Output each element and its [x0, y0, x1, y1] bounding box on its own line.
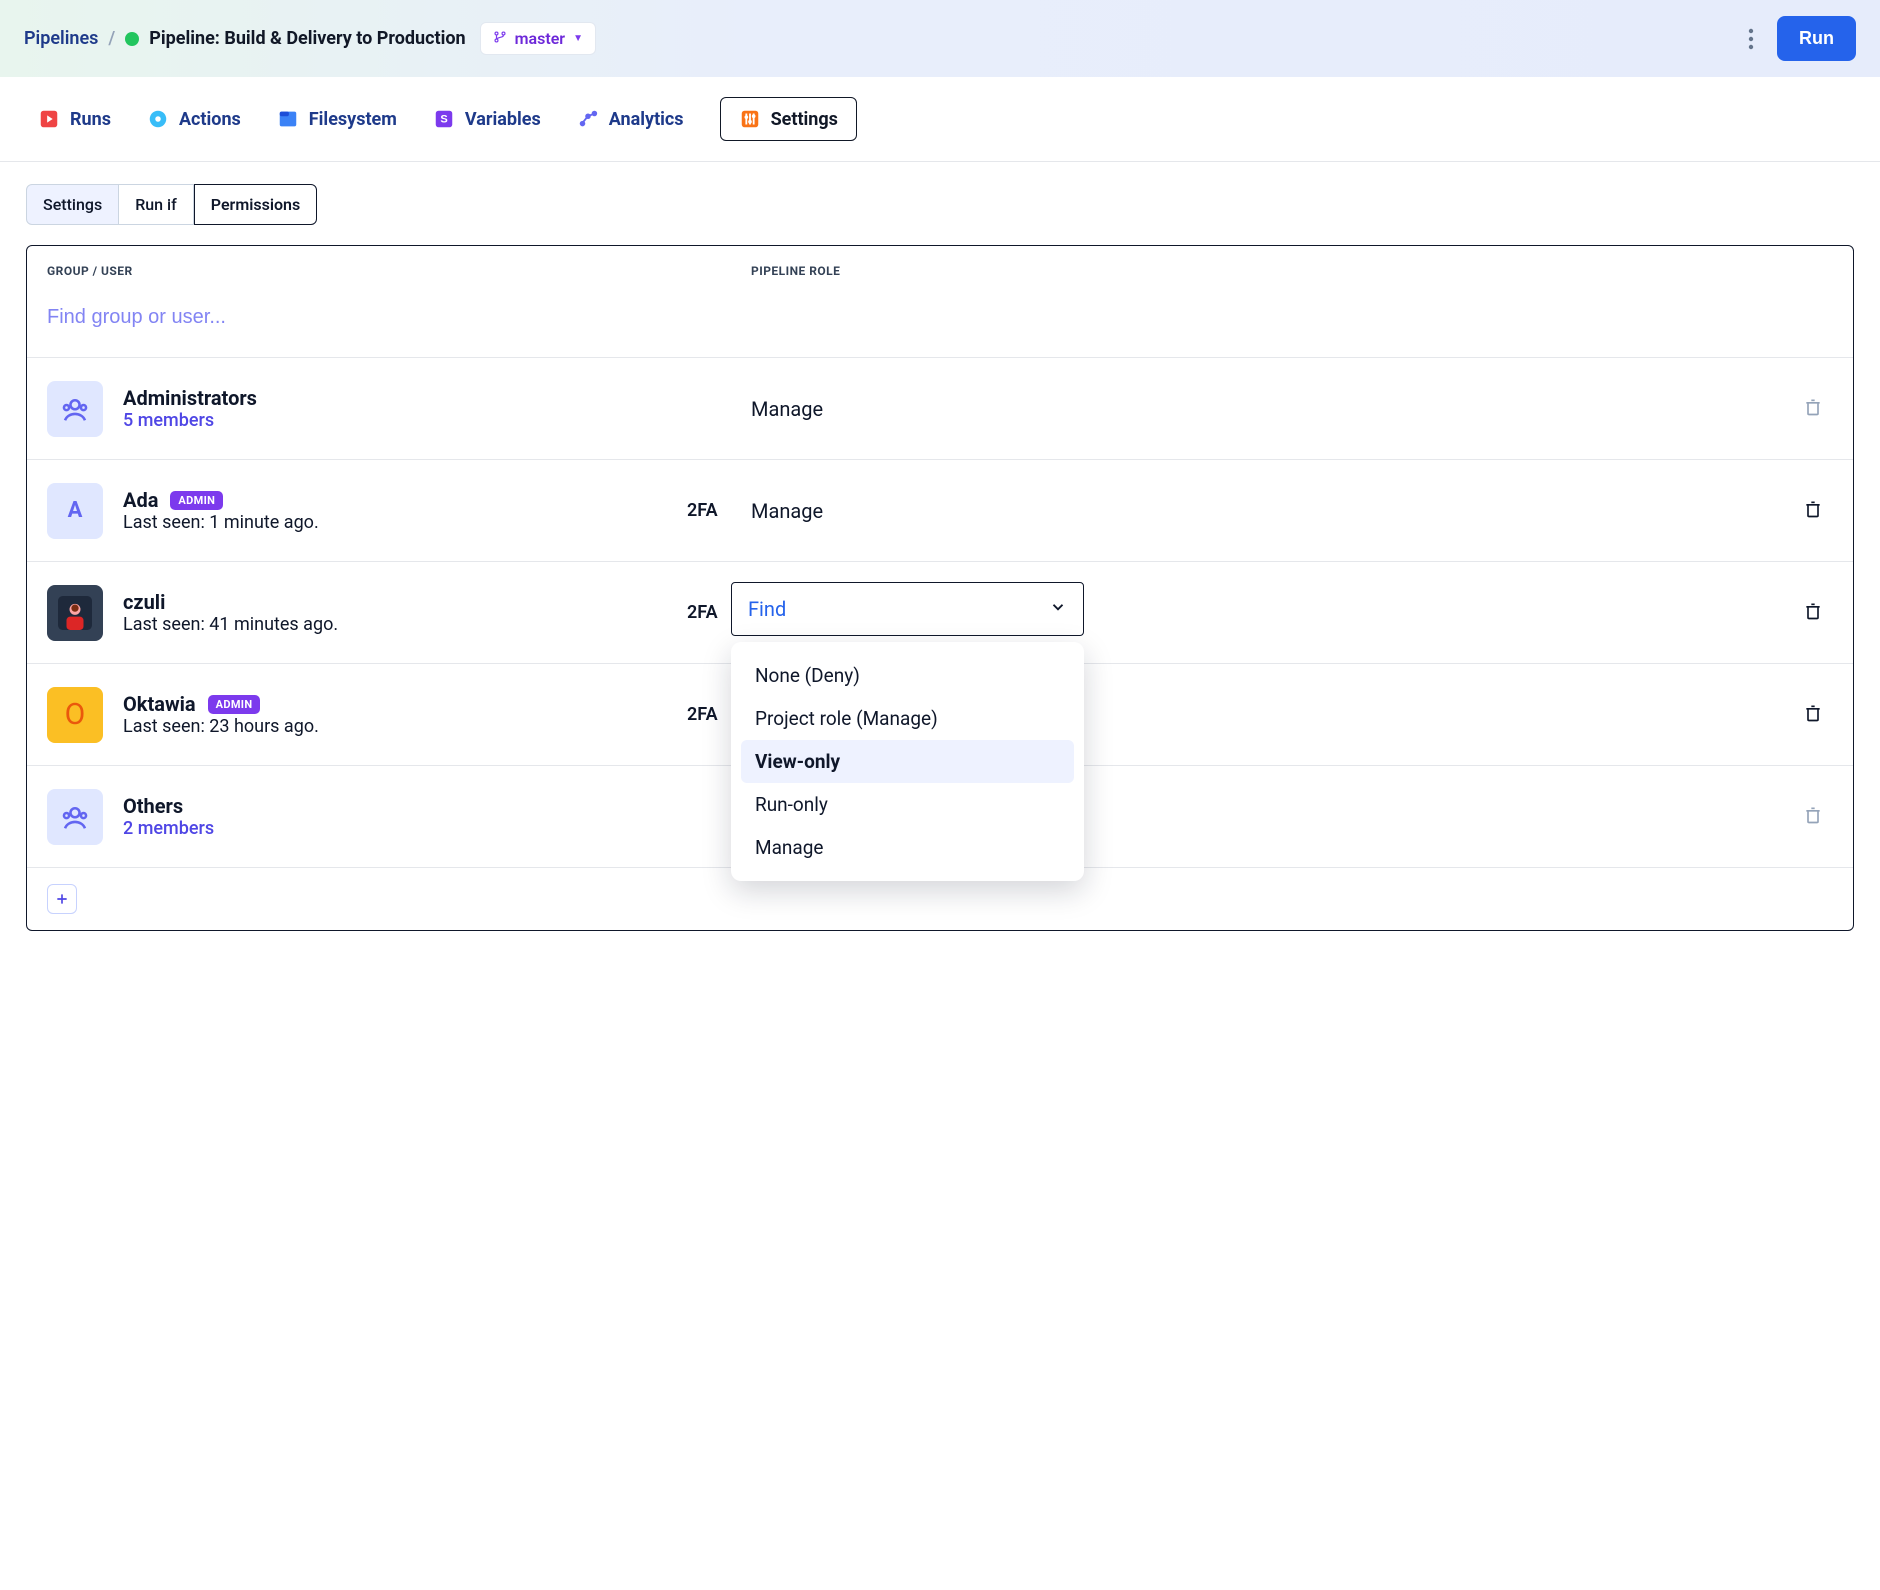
row-subtext: Last seen: 41 minutes ago.: [123, 614, 338, 635]
tab-runs-label: Runs: [70, 109, 111, 130]
search-input[interactable]: [47, 306, 1833, 329]
delete-icon[interactable]: [1803, 804, 1823, 830]
filesystem-icon: [277, 108, 299, 130]
delete-icon[interactable]: [1803, 702, 1823, 728]
subtab-run-if[interactable]: Run if: [119, 184, 194, 225]
role-option[interactable]: Project role (Manage): [741, 697, 1074, 740]
role-option[interactable]: View-only: [741, 740, 1074, 783]
row-subtext[interactable]: 5 members: [123, 410, 257, 431]
column-pipeline-role: PIPELINE ROLE: [747, 264, 1833, 278]
row-subtext[interactable]: 2 members: [123, 818, 214, 839]
admin-badge: ADMIN: [208, 695, 261, 714]
table-row: A Ada ADMIN Last seen: 1 minute ago. 2FA…: [27, 459, 1853, 561]
runs-icon: [38, 108, 60, 130]
row-name: Ada ADMIN: [123, 488, 319, 512]
main-tabs: Runs Actions Filesystem S Variables Anal…: [0, 77, 1880, 162]
variables-icon: S: [433, 108, 455, 130]
tab-actions-label: Actions: [179, 109, 241, 130]
subtab-permissions[interactable]: Permissions: [194, 184, 317, 225]
analytics-icon: [577, 108, 599, 130]
role-dropdown: None (Deny)Project role (Manage)View-onl…: [731, 642, 1084, 881]
row-name: Administrators: [123, 386, 257, 410]
tab-runs[interactable]: Runs: [38, 108, 111, 130]
role-option[interactable]: None (Deny): [741, 654, 1074, 697]
pipeline-title: Pipeline: Build & Delivery to Production: [149, 28, 465, 49]
chevron-down-icon: [1049, 598, 1067, 621]
breadcrumb-root-link[interactable]: Pipelines: [24, 28, 98, 49]
tab-variables[interactable]: S Variables: [433, 108, 541, 130]
avatar: [47, 585, 103, 641]
branch-selector[interactable]: master ▼: [480, 22, 596, 55]
settings-subtabs: Settings Run if Permissions: [0, 162, 1880, 225]
row-name: Oktawia ADMIN: [123, 692, 319, 716]
tab-filesystem[interactable]: Filesystem: [277, 108, 397, 130]
row-name: Others: [123, 794, 214, 818]
role-select[interactable]: Find: [731, 582, 1084, 636]
svg-text:S: S: [440, 114, 447, 126]
admin-badge: ADMIN: [170, 491, 223, 510]
role-option[interactable]: Manage: [741, 826, 1074, 869]
actions-icon: [147, 108, 169, 130]
tab-filesystem-label: Filesystem: [309, 109, 397, 130]
row-subtext: Last seen: 23 hours ago.: [123, 716, 319, 737]
status-dot-icon: [125, 32, 139, 46]
avatar: [47, 381, 103, 437]
delete-icon[interactable]: [1803, 396, 1823, 422]
delete-icon[interactable]: [1803, 498, 1823, 524]
tab-settings[interactable]: Settings: [720, 97, 857, 141]
table-row: Administrators 5 members Manage: [27, 357, 1853, 459]
role-cell[interactable]: Manage: [747, 499, 1773, 523]
settings-icon: [739, 108, 761, 130]
avatar: A: [47, 483, 103, 539]
column-headers: GROUP / USER PIPELINE ROLE: [27, 246, 1853, 278]
header-bar: Pipelines / Pipeline: Build & Delivery t…: [0, 0, 1880, 77]
branch-icon: [493, 29, 507, 48]
tab-actions[interactable]: Actions: [147, 108, 241, 130]
more-menu-button[interactable]: [1733, 21, 1769, 57]
branch-name: master: [515, 29, 565, 48]
tab-analytics[interactable]: Analytics: [577, 108, 684, 130]
row-name: czuli: [123, 590, 338, 614]
role-select-text: Find: [748, 597, 786, 621]
avatar: [47, 789, 103, 845]
delete-icon[interactable]: [1803, 600, 1823, 626]
breadcrumb-separator: /: [108, 28, 115, 49]
column-group-user: GROUP / USER: [47, 264, 747, 278]
subtab-settings[interactable]: Settings: [26, 184, 119, 225]
tab-analytics-label: Analytics: [609, 109, 684, 130]
role-option[interactable]: Run-only: [741, 783, 1074, 826]
add-button[interactable]: [47, 884, 77, 914]
row-subtext: Last seen: 1 minute ago.: [123, 512, 319, 533]
tab-variables-label: Variables: [465, 109, 541, 130]
run-button[interactable]: Run: [1777, 16, 1856, 61]
twofa-label: 2FA: [687, 500, 747, 521]
permissions-panel: GROUP / USER PIPELINE ROLE Administrator…: [26, 245, 1854, 931]
avatar: O: [47, 687, 103, 743]
role-cell[interactable]: Manage: [747, 397, 1773, 421]
breadcrumb: Pipelines / Pipeline: Build & Delivery t…: [24, 28, 466, 49]
chevron-down-icon: ▼: [573, 33, 583, 44]
tab-settings-label: Settings: [771, 109, 838, 130]
